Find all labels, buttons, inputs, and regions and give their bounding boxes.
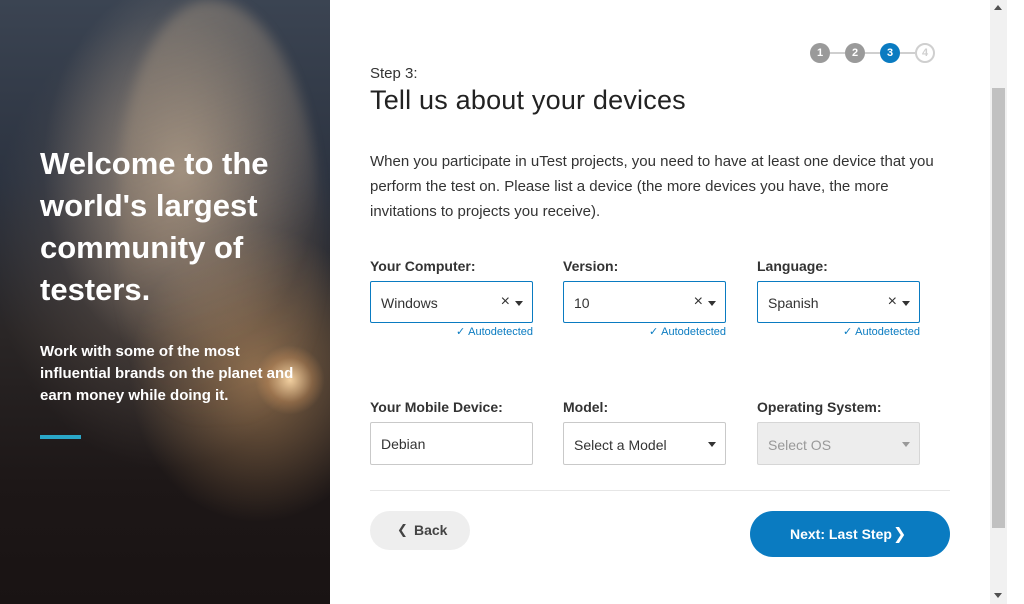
scrollbar-thumb[interactable] [992, 88, 1005, 528]
clear-icon[interactable]: × [694, 293, 703, 311]
step-4-indicator: 4 [915, 43, 935, 63]
chevron-right-icon: ❯ [893, 526, 907, 543]
check-icon: ✓ [842, 326, 853, 338]
mobile-device-value: Debian [381, 436, 426, 452]
chevron-left-icon: ❮ [397, 522, 408, 537]
check-icon: ✓ [648, 326, 659, 338]
mobile-device-label: Your Mobile Device: [370, 399, 503, 415]
language-select[interactable]: Spanish × [757, 281, 920, 323]
back-button[interactable]: ❮ Back [370, 511, 470, 550]
computer-label: Your Computer: [370, 258, 476, 274]
step-2-indicator: 2 [845, 43, 865, 63]
step-label: Step 3: [370, 65, 418, 82]
version-label: Version: [563, 258, 619, 274]
step-connector [865, 52, 880, 54]
next-button-label: Next: Last Step [790, 526, 892, 542]
device-form: 1 2 3 4 Step 3: Tell us about your devic… [370, 0, 950, 604]
language-label: Language: [757, 258, 828, 274]
check-icon: ✓ [455, 326, 466, 338]
step-connector [830, 52, 845, 54]
chevron-down-icon [902, 442, 910, 447]
step-1-indicator: 1 [810, 43, 830, 63]
chevron-down-icon[interactable] [708, 442, 716, 447]
back-button-label: Back [414, 522, 448, 538]
step-connector [900, 52, 915, 54]
page-scrollbar[interactable] [990, 0, 1007, 604]
chevron-down-icon[interactable] [515, 301, 523, 306]
computer-autodetected: ✓ Autodetected [455, 326, 533, 338]
scroll-down-icon[interactable] [994, 593, 1002, 598]
chevron-down-icon[interactable] [902, 301, 910, 306]
hero-heading: Welcome to the world's largest community… [40, 146, 269, 307]
clear-icon[interactable]: × [501, 293, 510, 311]
hero-accent-bar [40, 435, 81, 439]
os-select: Select OS [757, 422, 920, 465]
clear-icon[interactable]: × [888, 293, 897, 311]
page-title: Tell us about your devices [370, 85, 686, 115]
model-label: Model: [563, 399, 609, 415]
divider [370, 490, 950, 491]
chevron-down-icon[interactable] [708, 301, 716, 306]
version-select[interactable]: 10 × [563, 281, 726, 323]
step-3-indicator: 3 [880, 43, 900, 63]
version-autodetected: ✓ Autodetected [648, 326, 726, 338]
intro-text: When you participate in uTest projects, … [370, 153, 934, 220]
os-label: Operating System: [757, 399, 882, 415]
scroll-up-icon[interactable] [994, 5, 1002, 10]
computer-select[interactable]: Windows × [370, 281, 533, 323]
language-autodetected: ✓ Autodetected [842, 326, 920, 338]
hero-subheading: Work with some of the most influential b… [40, 343, 294, 404]
version-value: 10 [574, 295, 590, 311]
model-select[interactable]: Select a Model [563, 422, 726, 465]
language-value: Spanish [768, 295, 819, 311]
computer-value: Windows [381, 295, 438, 311]
mobile-device-input[interactable]: Debian [370, 422, 533, 465]
model-value: Select a Model [574, 437, 667, 453]
next-button[interactable]: Next: Last Step ❯ [750, 511, 950, 557]
progress-steps: 1 2 3 4 [810, 43, 950, 65]
hero-panel: Welcome to the world's largest community… [0, 0, 330, 604]
os-value: Select OS [768, 437, 832, 453]
